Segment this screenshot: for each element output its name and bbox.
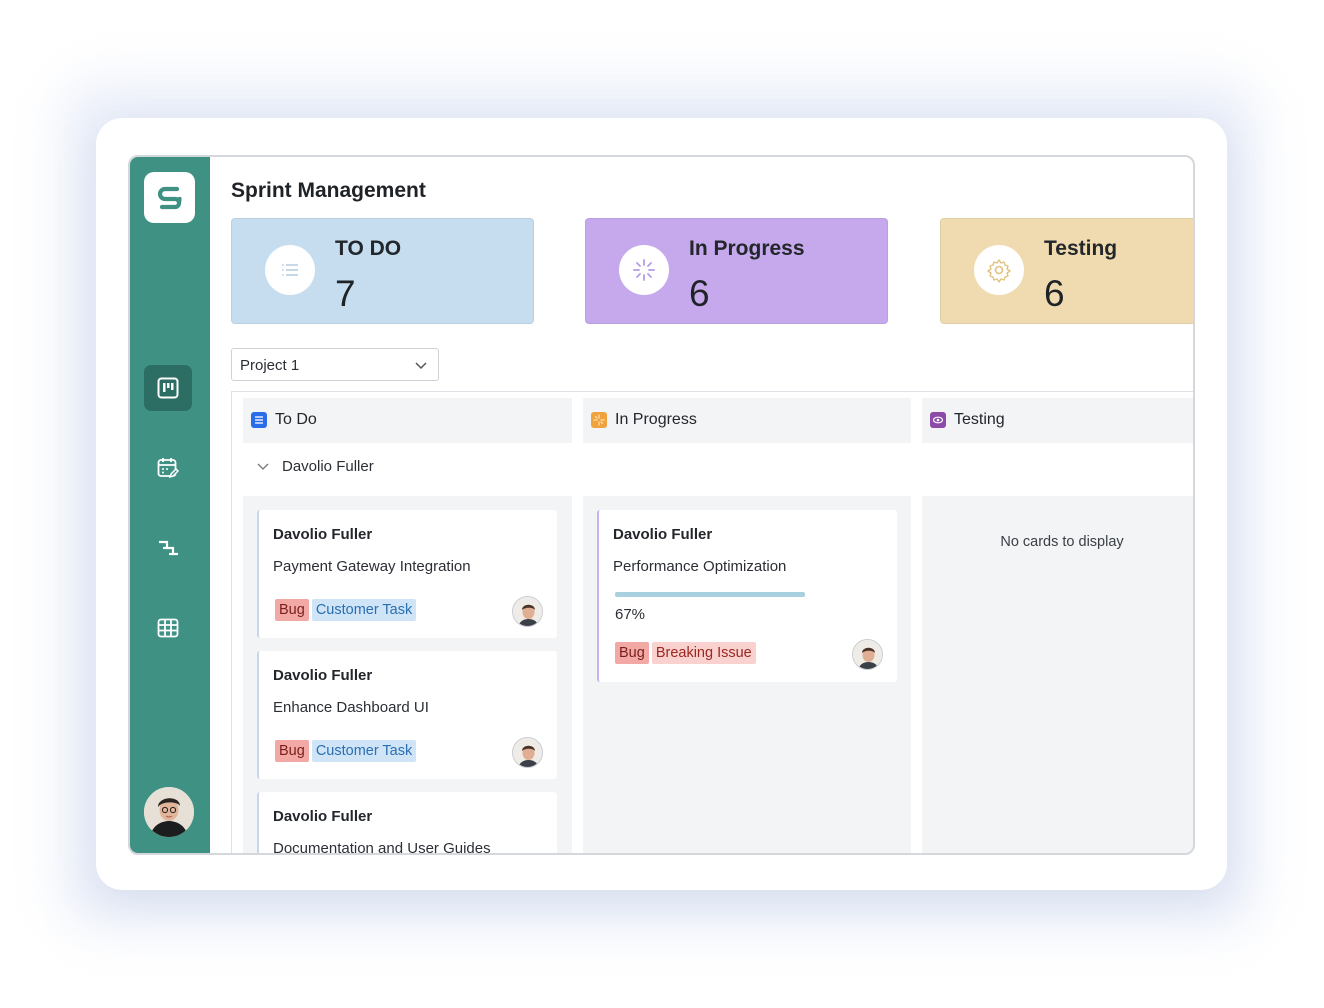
column-header-in-progress: In Progress [583,398,911,443]
avatar-image [513,738,542,767]
column-body-in-progress: Davolio Fuller Performance Optimization … [583,496,911,853]
stat-label: Testing [1044,237,1118,260]
hierarchy-icon [159,540,178,556]
todo-column-icon [251,412,267,428]
stat-icon-circle [974,245,1024,295]
list-icon [282,264,298,276]
project-select-value: Project 1 [240,357,300,374]
tag-bug: Bug [615,642,649,664]
card-summary: Enhance Dashboard UI [273,699,429,716]
stat-icon-circle [619,245,669,295]
avatar-image [513,597,542,626]
column-title: To Do [275,411,317,428]
swimlane-header[interactable]: Davolio Fuller [257,458,374,475]
column-body-todo: Davolio Fuller Payment Gateway Integrati… [243,496,572,853]
card-summary: Payment Gateway Integration [273,558,471,575]
card-avatar[interactable] [512,737,543,768]
card-summary: Performance Optimization [613,558,787,575]
sidebar [130,157,210,853]
kanban-board-icon [157,377,179,399]
nav-kanban-board[interactable] [144,365,192,411]
stat-count: 6 [689,273,710,314]
app-window: Sprint Management TO DO 7 In Progress 6 … [128,155,1195,855]
empty-column-message: No cards to display [1000,534,1124,550]
table-grid-icon [157,618,179,638]
stat-card-todo: TO DO 7 [231,218,534,324]
logo-icon [157,186,181,209]
column-header-todo: To Do [243,398,572,443]
kanban-card[interactable]: Davolio Fuller Payment Gateway Integrati… [257,510,557,638]
nav-grid[interactable] [144,605,192,651]
card-progress-bar [615,592,805,597]
main-content: Sprint Management TO DO 7 In Progress 6 … [210,157,1193,853]
nav-hierarchy[interactable] [144,525,192,571]
user-avatar-image [144,787,194,837]
tag-bug: Bug [275,599,309,621]
gear-icon [987,259,1011,283]
tag-breaking-issue: Breaking Issue [651,642,756,664]
stat-label: In Progress [689,237,805,260]
column-title: Testing [954,411,1005,428]
page-title: Sprint Management [231,179,426,202]
kanban-card[interactable]: Davolio Fuller Documentation and User Gu… [257,792,557,855]
stat-label: TO DO [335,237,402,260]
kanban-card[interactable]: Davolio Fuller Performance Optimization … [597,510,897,682]
calendar-edit-icon [157,458,180,479]
project-select[interactable]: Project 1 [231,348,439,381]
in-progress-column-icon [591,412,607,428]
card-assignee: Davolio Fuller [273,526,373,543]
stat-card-in-progress: In Progress 6 [585,218,888,324]
card-tags: Bug Customer Task [275,599,417,621]
stat-count: 7 [335,273,356,314]
avatar-image [853,640,882,669]
card-avatar[interactable] [852,639,883,670]
kanban-card[interactable]: Davolio Fuller Enhance Dashboard UI Bug … [257,651,557,779]
card-progress-text: 67% [615,606,646,623]
tag-bug: Bug [275,740,309,762]
card-assignee: Davolio Fuller [613,526,713,543]
card-assignee: Davolio Fuller [273,667,373,684]
tag-customer-task: Customer Task [311,599,417,621]
column-title: In Progress [615,411,697,428]
card-avatar[interactable] [512,596,543,627]
chevron-down-icon [257,463,269,470]
kanban-board: To Do In Progress Testing Davolio Fuller [231,391,1193,853]
stat-count: 6 [1044,273,1065,314]
nav-calendar[interactable] [144,445,192,491]
tag-customer-task: Customer Task [311,740,417,762]
chevron-down-icon [415,362,427,370]
stat-icon-circle [265,245,315,295]
card-assignee: Davolio Fuller [273,808,373,825]
column-header-testing: Testing [922,398,1193,443]
card-tags: Bug Breaking Issue [615,642,756,664]
stat-card-testing: Testing 6 [940,218,1193,324]
app-logo[interactable] [144,172,195,223]
column-body-testing: No cards to display [922,496,1193,853]
loading-spinner-icon [633,259,655,281]
user-avatar[interactable] [144,787,194,837]
swimlane-title: Davolio Fuller [282,458,374,475]
card-summary: Documentation and User Guides [273,840,491,855]
card-tags: Bug Customer Task [275,740,417,762]
testing-column-icon [930,412,946,428]
